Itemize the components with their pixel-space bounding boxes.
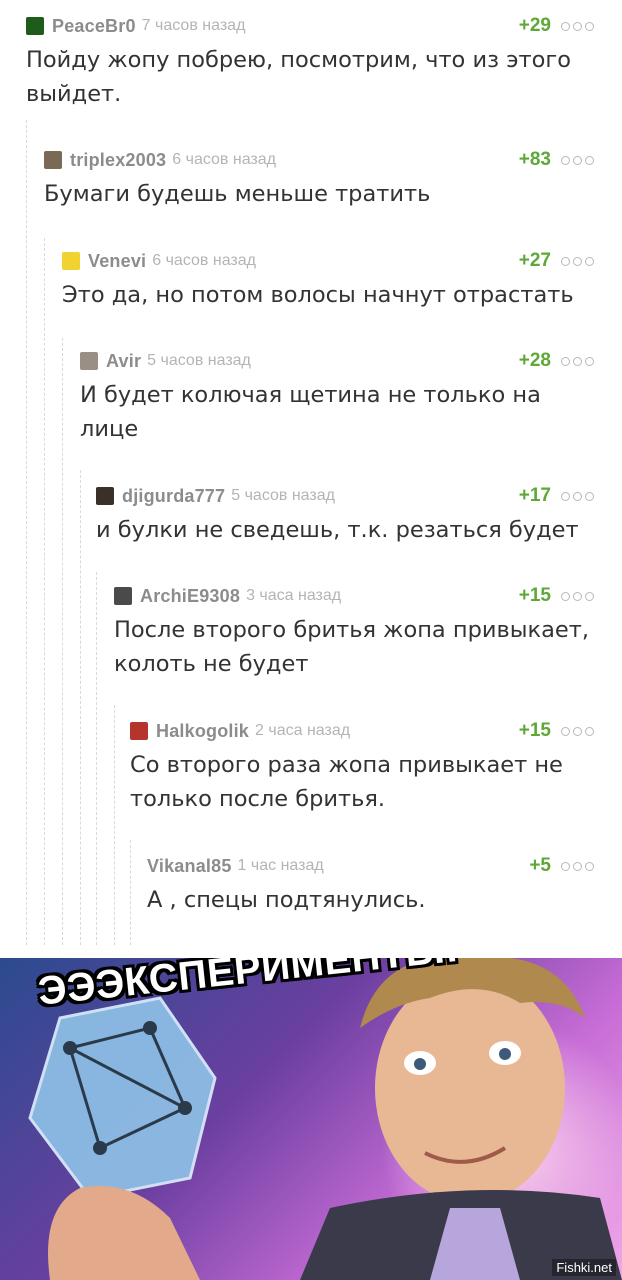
- crystal-sphere: [28, 996, 217, 1200]
- avatar[interactable]: [26, 17, 44, 35]
- comment-time: 2 часа назад: [255, 722, 351, 739]
- avatar[interactable]: [96, 487, 114, 505]
- avatar[interactable]: [80, 352, 98, 370]
- comment-rating: +17: [518, 485, 551, 506]
- avatar[interactable]: [44, 151, 62, 169]
- comment: triplex2003 6 часов назад +83 Бумаги буд…: [44, 147, 594, 211]
- author-name[interactable]: triplex2003: [70, 150, 166, 171]
- comment-text: Бумаги будешь меньше тратить: [44, 181, 431, 207]
- thread-line: [26, 120, 27, 945]
- comment-rating: +83: [518, 149, 551, 170]
- comment-time: 6 часов назад: [172, 151, 276, 168]
- comment-time: 1 час назад: [237, 857, 324, 874]
- more-options-icon[interactable]: [561, 591, 594, 601]
- thread-line: [114, 705, 115, 945]
- comment-header: Avir 5 часов назад +28: [80, 348, 594, 374]
- comment-header: PeaceBr0 7 часов назад +29: [26, 13, 594, 39]
- more-options-icon[interactable]: [561, 861, 594, 871]
- comment-header: Venevi 6 часов назад +27: [62, 248, 594, 274]
- thread-line: [44, 238, 45, 945]
- face: [375, 973, 565, 1203]
- comment-text: и булки не сведешь, т.к. резаться будет: [96, 517, 579, 543]
- avatar[interactable]: [62, 252, 80, 270]
- comment-rating: +5: [529, 855, 551, 876]
- meme-image: ЭЭЭКСПЕРИМЕНТЫ! Fishki.net: [0, 958, 622, 1280]
- comment-header: djigurda777 5 часов назад +17: [96, 483, 594, 509]
- more-options-icon[interactable]: [561, 491, 594, 501]
- comment-header: Halkogolik 2 часа назад +15: [130, 718, 594, 744]
- comment-header: Vikanal85 1 час назад +5: [147, 853, 594, 879]
- more-options-icon[interactable]: [561, 726, 594, 736]
- comment: ArchiE9308 3 часа назад +15 После второг…: [114, 583, 594, 681]
- more-options-icon[interactable]: [561, 155, 594, 165]
- more-options-icon[interactable]: [561, 356, 594, 366]
- watermark: Fishki.net: [552, 1259, 616, 1276]
- author-name[interactable]: Halkogolik: [156, 721, 249, 742]
- comment-header: ArchiE9308 3 часа назад +15: [114, 583, 594, 609]
- comment-thread: PeaceBr0 7 часов назад +29 Пойду жопу по…: [0, 0, 622, 945]
- author-name[interactable]: Vikanal85: [147, 856, 232, 877]
- author-name[interactable]: PeaceBr0: [52, 16, 136, 37]
- comment-header: triplex2003 6 часов назад +83: [44, 147, 594, 173]
- author-name[interactable]: ArchiE9308: [140, 586, 240, 607]
- comment-text: Пойду жопу побрею, посмотрим, что из это…: [26, 47, 572, 107]
- thread-line: [62, 338, 63, 945]
- comment-text: После второго бритья жопа привыкает, кол…: [114, 617, 589, 677]
- comment: Avir 5 часов назад +28 И будет колючая щ…: [80, 348, 594, 446]
- thread-line: [130, 840, 131, 945]
- more-options-icon[interactable]: [561, 256, 594, 266]
- avatar[interactable]: [130, 722, 148, 740]
- comment-text: И будет колючая щетина не только на лице: [80, 382, 541, 442]
- comment-text: Со второго раза жопа привыкает не только…: [130, 752, 563, 812]
- comment: djigurda777 5 часов назад +17 и булки не…: [96, 483, 594, 547]
- more-options-icon[interactable]: [561, 21, 594, 31]
- comment-rating: +28: [518, 350, 551, 371]
- hand: [48, 1186, 200, 1280]
- comment: PeaceBr0 7 часов назад +29 Пойду жопу по…: [26, 13, 594, 111]
- comment: Halkogolik 2 часа назад +15 Со второго р…: [130, 718, 594, 816]
- comment-time: 6 часов назад: [152, 252, 256, 269]
- comment-time: 7 часов назад: [141, 17, 246, 34]
- thread-line: [96, 572, 97, 945]
- comment-time: 3 часа назад: [246, 587, 342, 604]
- comment-text: А , спецы подтянулись.: [147, 887, 426, 913]
- comment-rating: +29: [518, 15, 551, 36]
- comment-rating: +27: [518, 250, 551, 271]
- author-name[interactable]: Venevi: [88, 251, 146, 272]
- avatar[interactable]: [114, 587, 132, 605]
- comment: Vikanal85 1 час назад +5 А , спецы подтя…: [147, 853, 594, 917]
- comment-rating: +15: [518, 720, 551, 741]
- author-name[interactable]: djigurda777: [122, 486, 225, 507]
- comment-rating: +15: [518, 585, 551, 606]
- comment: Venevi 6 часов назад +27 Это да, но пото…: [62, 248, 594, 312]
- comment-time: 5 часов назад: [231, 487, 335, 504]
- comment-text: Это да, но потом волосы начнут отрастать: [62, 282, 574, 308]
- author-name[interactable]: Avir: [106, 351, 141, 372]
- thread-line: [80, 470, 81, 945]
- comment-time: 5 часов назад: [147, 352, 251, 369]
